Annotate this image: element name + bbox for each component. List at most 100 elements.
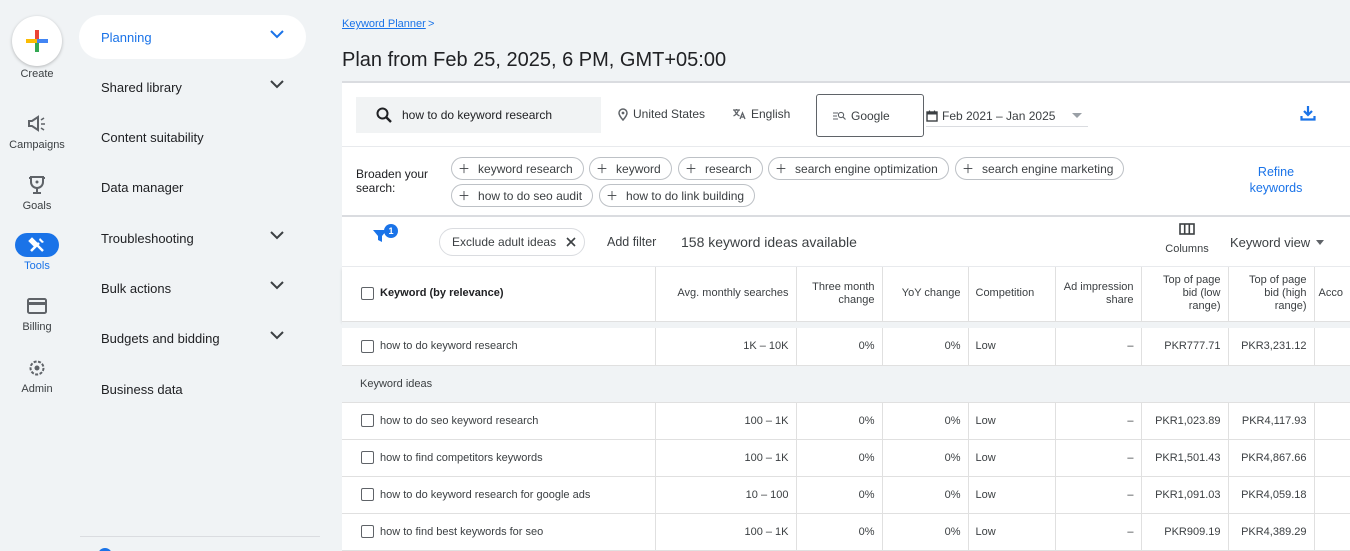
left-rail: Create Campaigns Goals Tools Billing Adm… [0, 0, 74, 551]
broaden-chip[interactable]: ＋ search engine optimization [768, 157, 949, 180]
select-all-cell [342, 267, 380, 321]
broaden-chip[interactable]: ＋ research [678, 157, 763, 180]
chip-label: how to do link building [626, 188, 745, 203]
keyword-cell: how to do keyword research [380, 328, 656, 366]
breadcrumb-separator: > [428, 18, 435, 30]
broaden-chip[interactable]: ＋ keyword research [451, 157, 584, 180]
active-filter-label: Exclude adult ideas [452, 235, 557, 249]
row-checkbox[interactable] [361, 414, 374, 427]
dropdown-caret-icon [1316, 240, 1325, 245]
location-selector[interactable]: United States [618, 107, 705, 121]
nav-divider [80, 536, 320, 537]
row-checkbox[interactable] [361, 525, 374, 538]
bid-high-cell: PKR4,867.66 [1228, 439, 1315, 477]
rail-item-goals[interactable]: Goals [0, 173, 74, 212]
nav-item-planning[interactable]: Planning [79, 15, 306, 59]
download-icon [1300, 106, 1316, 121]
column-header-keyword[interactable]: Keyword (by relevance) [380, 267, 656, 321]
bid-low-cell: PKR777.71 [1141, 328, 1229, 366]
column-header-ad-impression-share[interactable]: Ad impression share [1055, 267, 1142, 321]
table-row: how to do seo keyword research 100 – 1K … [342, 402, 1350, 440]
row-checkbox[interactable] [361, 488, 374, 501]
filter-row: 1 Exclude adult ideas Add filter 158 key… [342, 217, 1350, 267]
rail-label: Admin [21, 383, 53, 395]
bid-high-cell: PKR4,117.93 [1228, 402, 1315, 440]
breadcrumb-keyword-planner[interactable]: Keyword Planner [342, 18, 426, 30]
nav-item-bulk-actions[interactable]: Bulk actions [79, 266, 306, 310]
searches-cell: 1K – 10K [655, 328, 797, 366]
close-icon[interactable] [566, 237, 576, 247]
account-cell [1314, 402, 1350, 440]
broaden-chip[interactable]: ＋ search engine marketing [955, 157, 1125, 180]
nav-item-shared-library[interactable]: Shared library [79, 65, 306, 109]
keyword-table: Keyword (by relevance) Avg. monthly sear… [342, 267, 1350, 551]
row-select-cell [342, 476, 380, 514]
column-header-account[interactable]: Acco [1314, 267, 1350, 321]
competition-cell: Low [968, 328, 1056, 366]
add-filter-button[interactable]: Add filter [607, 235, 656, 249]
download-button[interactable] [1300, 105, 1316, 126]
search-network-selector[interactable]: Google [816, 94, 924, 137]
chip-label: research [705, 161, 752, 176]
rail-label: Goals [22, 200, 52, 212]
bid-low-cell: PKR1,091.03 [1141, 476, 1229, 514]
keyword-cell: how to find best keywords for seo [380, 513, 656, 551]
refine-keywords-button[interactable]: Refine keywords [1235, 164, 1317, 196]
account-cell [1314, 476, 1350, 514]
nav-item-content-suitability[interactable]: Content suitability [79, 115, 306, 159]
search-icon [376, 107, 392, 123]
broaden-chip[interactable]: ＋ how to do link building [599, 184, 756, 207]
column-header-three-month-change[interactable]: Three month change [796, 267, 883, 321]
impression-share-cell: – [1055, 439, 1142, 477]
nav-item-data-manager[interactable]: Data manager [79, 165, 306, 209]
nav-item-troubleshooting[interactable]: Troubleshooting [79, 216, 306, 260]
date-range-selector[interactable]: Feb 2021 – Jan 2025 [926, 105, 1088, 127]
competition-cell: Low [968, 476, 1056, 514]
keyword-view-dropdown[interactable]: Keyword view [1230, 235, 1325, 250]
columns-button[interactable]: Columns [1162, 223, 1212, 255]
section-label: Keyword ideas [342, 365, 1350, 403]
plan-card: how to do keyword research United States… [342, 81, 1350, 551]
bid-high-cell: PKR4,389.29 [1228, 513, 1315, 551]
column-header-yoy-change[interactable]: YoY change [882, 267, 969, 321]
column-header-bid-low[interactable]: Top of page bid (low range) [1141, 267, 1229, 321]
account-cell [1314, 328, 1350, 366]
impression-share-cell: – [1055, 402, 1142, 440]
yoy-cell: 0% [882, 476, 969, 514]
select-all-checkbox[interactable] [361, 287, 374, 301]
table-header-row: Keyword (by relevance) Avg. monthly sear… [342, 267, 1350, 321]
nav-item-budgets-and-bidding[interactable]: Budgets and bidding [79, 316, 306, 360]
nav-item-label: Troubleshooting [101, 230, 194, 246]
keyword-search-input[interactable]: how to do keyword research [356, 97, 601, 133]
broaden-chip[interactable]: ＋ how to do seo audit [451, 184, 594, 207]
nav-item-business-data[interactable]: Business data [79, 367, 306, 411]
rail-item-admin[interactable]: Admin [0, 356, 74, 395]
row-checkbox[interactable] [361, 451, 374, 464]
chip-label: search engine optimization [795, 161, 938, 176]
broaden-search-row: Broaden your search: ＋ keyword research ＋… [342, 147, 1350, 217]
row-select-cell [342, 402, 380, 440]
search-query: how to do keyword research [402, 108, 553, 122]
nav-item-label: Planning [101, 29, 152, 45]
active-filter-chip[interactable]: Exclude adult ideas [439, 228, 586, 256]
yoy-cell: 0% [882, 402, 969, 440]
table-row: how to do keyword research 1K – 10K 0% 0… [342, 328, 1350, 366]
nav-item-label: Content suitability [101, 129, 204, 145]
rail-item-campaigns[interactable]: Campaigns [0, 112, 74, 151]
rail-item-billing[interactable]: Billing [0, 294, 74, 333]
column-header-avg-monthly-searches[interactable]: Avg. monthly searches [655, 267, 797, 321]
column-header-bid-high[interactable]: Top of page bid (high range) [1228, 267, 1315, 321]
column-header-competition[interactable]: Competition [968, 267, 1056, 321]
plus-icon: ＋ [458, 189, 471, 203]
keyword-ideas-section: Keyword ideas [342, 365, 1350, 403]
language-selector[interactable]: English [732, 107, 790, 121]
rail-item-tools[interactable]: Tools [0, 233, 74, 272]
competition-cell: Low [968, 513, 1056, 551]
competition-cell: Low [968, 439, 1056, 477]
create-button[interactable] [12, 16, 62, 66]
table-row: how to do keyword research for google ad… [342, 476, 1350, 514]
broaden-chip[interactable]: ＋ keyword [589, 157, 672, 180]
keyword-cell: how to do keyword research for google ad… [380, 476, 656, 514]
row-checkbox[interactable] [361, 339, 374, 353]
bid-low-cell: PKR909.19 [1141, 513, 1229, 551]
